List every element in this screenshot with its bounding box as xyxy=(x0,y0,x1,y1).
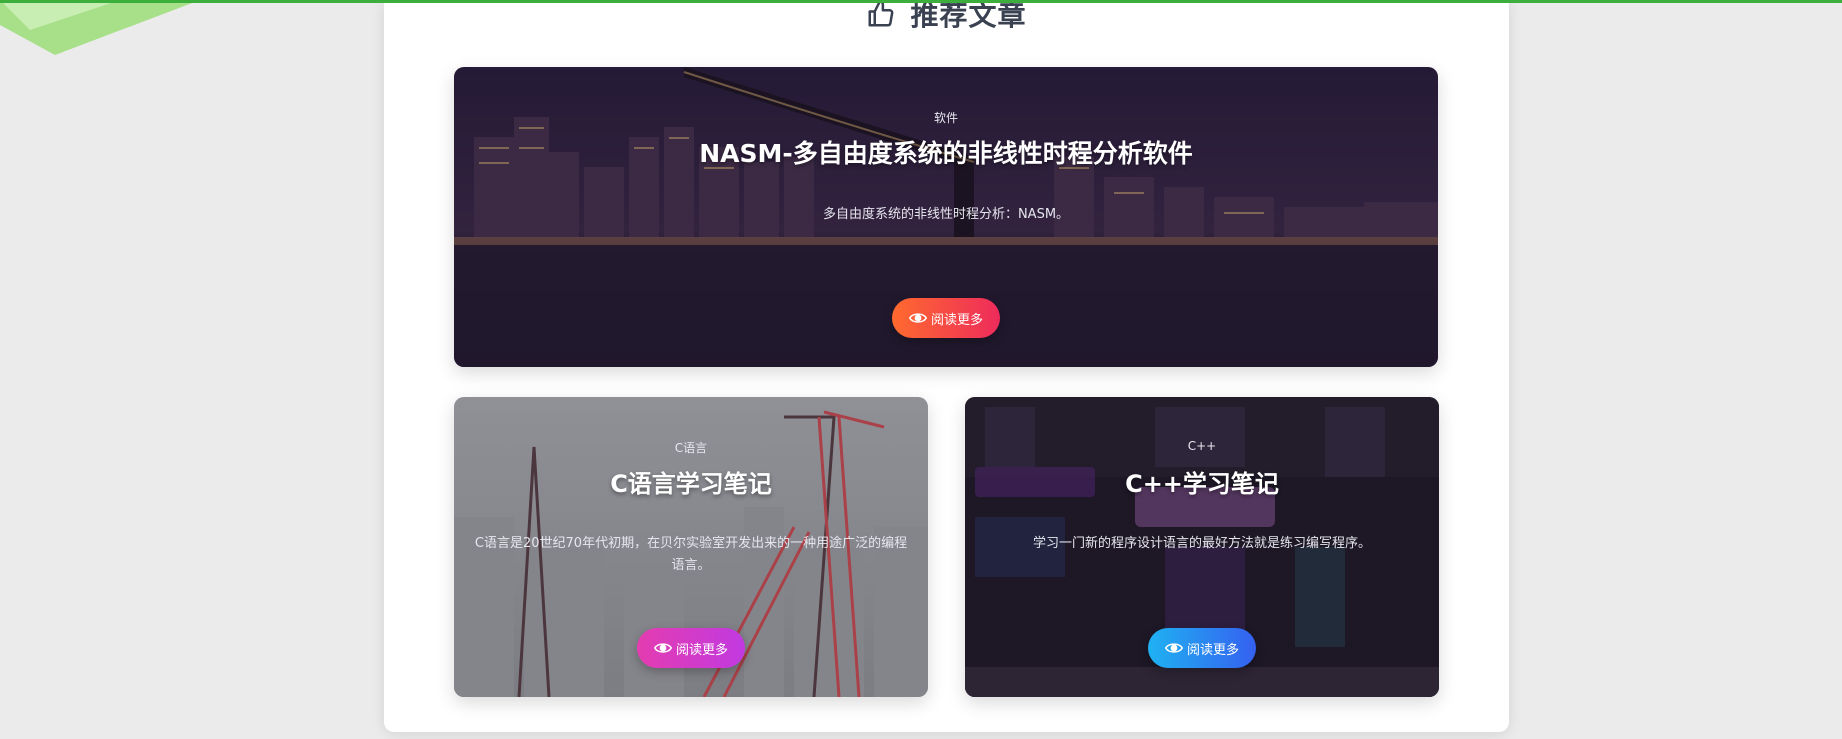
article-card-c-language[interactable]: C语言 C语言学习笔记 C语言是20世纪70年代初期，在贝尔实验室开发出来的一种… xyxy=(454,397,928,697)
card-description: 多自由度系统的非线性时程分析：NASM。 xyxy=(822,207,1070,222)
card-title[interactable]: C语言学习笔记 xyxy=(454,464,928,499)
thumbs-up-icon xyxy=(868,0,894,27)
read-more-label: 阅读更多 xyxy=(1186,642,1239,658)
section-header: 推荐文章 xyxy=(384,0,1509,34)
read-more-label: 阅读更多 xyxy=(930,312,983,328)
card-category[interactable]: 软件 xyxy=(454,109,1438,126)
card-title[interactable]: NASM-多自由度系统的非线性时程分析软件 xyxy=(454,134,1438,170)
read-more-button[interactable]: 阅读更多 xyxy=(1148,628,1256,668)
card-content: C语言 C语言学习笔记 C语言是20世纪70年代初期，在贝尔实验室开发出来的一种… xyxy=(454,397,928,697)
eye-icon xyxy=(1164,643,1183,653)
top-accent-line xyxy=(0,0,1842,3)
section-title: 推荐文章 xyxy=(910,0,1027,32)
read-more-button[interactable]: 阅读更多 xyxy=(892,298,1000,338)
card-description: 学习一门新的程序设计语言的最好方法就是练习编写程序。 xyxy=(1032,536,1371,551)
eye-icon xyxy=(653,643,672,653)
read-more-label: 阅读更多 xyxy=(675,642,728,658)
article-card-nasm[interactable]: 软件 NASM-多自由度系统的非线性时程分析软件 多自由度系统的非线性时程分析：… xyxy=(454,67,1438,367)
read-more-button[interactable]: 阅读更多 xyxy=(637,628,745,668)
card-content: C++ C++学习笔记 学习一门新的程序设计语言的最好方法就是练习编写程序。 阅… xyxy=(965,397,1439,697)
article-card-cpp[interactable]: C++ C++学习笔记 学习一门新的程序设计语言的最好方法就是练习编写程序。 阅… xyxy=(965,397,1439,697)
card-category[interactable]: C++ xyxy=(965,439,1439,453)
card-title[interactable]: C++学习笔记 xyxy=(965,464,1439,499)
card-content: 软件 NASM-多自由度系统的非线性时程分析软件 多自由度系统的非线性时程分析：… xyxy=(454,67,1438,367)
eye-icon xyxy=(908,313,927,323)
decorative-corner-shape xyxy=(0,0,200,55)
card-description: C语言是20世纪70年代初期，在贝尔实验室开发出来的一种用途广泛的编程语言。 xyxy=(474,536,908,573)
recommended-articles-panel: 推荐文章 软件 NASM-多自由度系统的非线性时程分析软件 多自由度系统的非线性… xyxy=(384,0,1509,732)
card-category[interactable]: C语言 xyxy=(454,439,928,456)
